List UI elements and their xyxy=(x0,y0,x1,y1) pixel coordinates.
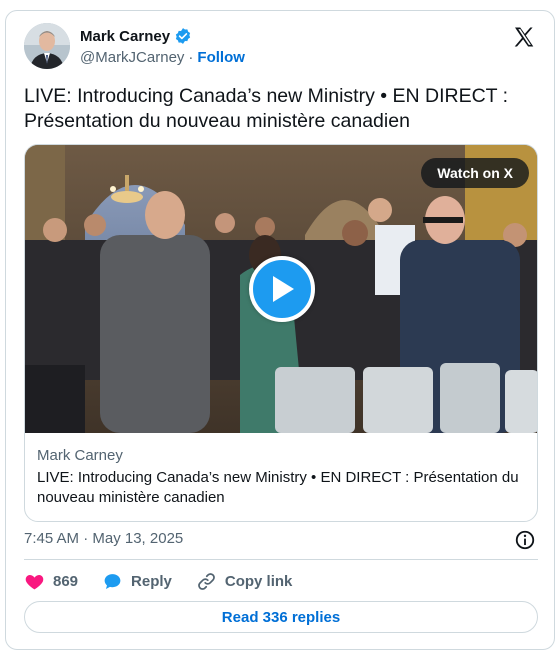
verified-badge-icon xyxy=(174,27,192,45)
play-button[interactable] xyxy=(249,256,315,322)
separator-dot: · xyxy=(188,49,194,66)
tweet-embed-card: Mark Carney @MarkJCarney · Follow LIVE: … xyxy=(5,10,555,650)
avatar[interactable] xyxy=(24,23,70,69)
reply-label: Reply xyxy=(131,572,172,590)
link-icon xyxy=(198,572,215,590)
author-display-name[interactable]: Mark Carney xyxy=(80,28,170,45)
card-title: LIVE: Introducing Canada’s new Ministry … xyxy=(37,469,519,506)
like-button[interactable]: 869 xyxy=(24,571,78,592)
info-icon[interactable] xyxy=(514,529,536,551)
author-handle-row: @MarkJCarney · Follow xyxy=(80,49,245,66)
play-icon xyxy=(273,276,294,302)
heart-icon xyxy=(25,574,44,589)
video-thumbnail[interactable]: Watch on X xyxy=(25,145,537,433)
follow-button[interactable]: Follow xyxy=(197,49,245,66)
divider xyxy=(24,559,538,560)
copy-link-label: Copy link xyxy=(224,572,293,590)
tweet-text: LIVE: Introducing Canada’s new Ministry … xyxy=(24,85,509,132)
reply-button[interactable]: Reply xyxy=(102,571,172,592)
action-bar: 869 Reply Copy link xyxy=(24,569,292,593)
read-replies-button[interactable]: Read 336 replies xyxy=(24,601,538,633)
x-logo-icon[interactable] xyxy=(512,25,536,49)
author-name-row: Mark Carney xyxy=(80,27,192,45)
watch-on-x-button[interactable]: Watch on X xyxy=(421,158,529,188)
reply-bubble-icon xyxy=(104,573,121,589)
media-card[interactable]: Watch on X Mark Carney LIVE: Introducing… xyxy=(24,144,538,522)
tweet-timestamp[interactable]: 7:45 AM · May 13, 2025 xyxy=(24,530,183,547)
card-meta: Mark Carney LIVE: Introducing Canada’s n… xyxy=(25,433,537,508)
author-handle[interactable]: @MarkJCarney xyxy=(80,49,184,66)
card-source: Mark Carney xyxy=(37,447,123,464)
copy-link-button[interactable]: Copy link xyxy=(196,571,293,592)
like-count: 869 xyxy=(53,572,79,590)
